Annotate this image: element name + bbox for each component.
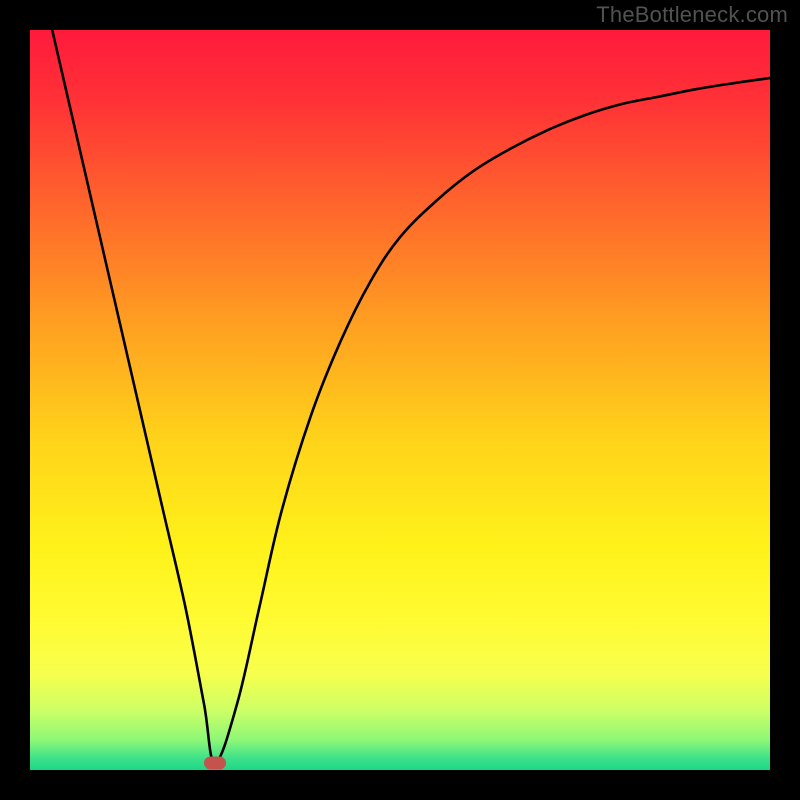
bottleneck-curve — [30, 30, 770, 770]
minimum-marker — [204, 756, 226, 769]
watermark-text: TheBottleneck.com — [596, 2, 788, 28]
plot-area — [30, 30, 770, 770]
chart-frame: TheBottleneck.com — [0, 0, 800, 800]
